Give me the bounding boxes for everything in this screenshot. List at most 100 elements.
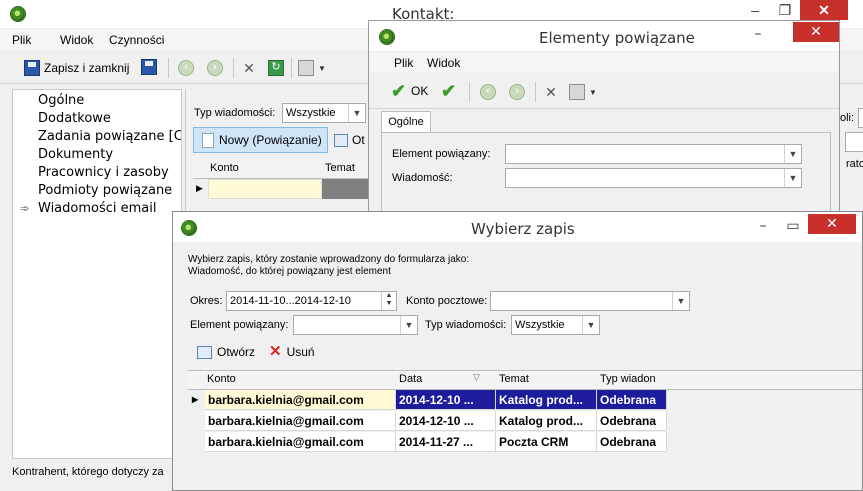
table-row[interactable]: barbara.kielnia@gmail.com 2014-11-27 ... P… — [188, 432, 862, 452]
cell-typ[interactable]: Odebrana — [597, 390, 667, 410]
elements-print-button[interactable]: ▼ — [569, 84, 597, 100]
cell-temat[interactable]: Katalog prod... — [496, 390, 597, 410]
menu-plik[interactable]: Plik — [12, 33, 31, 47]
column-temat[interactable]: Temat — [499, 373, 529, 385]
cell-data[interactable]: 2014-11-27 ... — [396, 432, 496, 452]
message-type-select[interactable]: Wszystkie ▼ — [511, 315, 600, 335]
new-link-label: Nowy (Powiązanie) — [219, 133, 322, 147]
tools-button[interactable]: ✕ — [241, 60, 257, 76]
nav-item[interactable]: Ogólne — [13, 92, 181, 110]
column-temat[interactable]: Temat — [325, 162, 355, 174]
select-delete-label: Usuń — [286, 345, 315, 359]
elements-window: Elementy powiązane – ✕ Plik Widok ✔ OK ✔… — [368, 20, 840, 220]
message-type-label: Typ wiadomości: — [425, 319, 507, 331]
chevron-down-icon: ▼ — [672, 292, 689, 310]
new-row-cell-dark — [322, 179, 371, 199]
table-row[interactable]: barbara.kielnia@gmail.com 2014-12-10 ... K… — [188, 411, 862, 431]
back-button[interactable]: ‹ — [178, 60, 194, 76]
column-konto[interactable]: Konto — [207, 373, 236, 385]
elements-menubar: Plik Widok — [369, 53, 839, 73]
cell-data[interactable]: 2014-12-10 ... — [396, 411, 496, 431]
column-typ[interactable]: Typ wiadon — [600, 373, 656, 385]
new-row-cell[interactable] — [208, 179, 322, 199]
elements-close-button[interactable]: ✕ — [793, 22, 839, 42]
menu-czynnosci[interactable]: Czynności — [109, 33, 164, 47]
chevron-down-icon: ▼ — [348, 104, 365, 122]
cell-temat[interactable]: Katalog prod... — [496, 411, 597, 431]
select-delete-button[interactable]: ✕ Usuń — [269, 343, 315, 360]
cell-konto[interactable]: barbara.kielnia@gmail.com — [205, 411, 396, 431]
save-button[interactable] — [141, 59, 157, 75]
refresh-button[interactable]: ↻ — [268, 60, 284, 76]
main-maximize-button[interactable]: ❐ — [770, 0, 800, 20]
table-row[interactable]: ▶ barbara.kielnia@gmail.com 2014-12-10 ...… — [188, 390, 862, 410]
column-data[interactable]: Data — [399, 373, 422, 385]
nav-item[interactable]: Podmioty powiązane — [13, 182, 181, 200]
elements-menu-plik[interactable]: Plik — [394, 56, 413, 70]
element-filter-select[interactable]: ▼ — [293, 315, 418, 335]
element-select[interactable]: ▼ — [505, 144, 802, 164]
period-input[interactable]: 2014-11-10...2014-12-10 ▲ ▼ — [226, 291, 397, 311]
main-minimize-button[interactable]: – — [740, 0, 770, 20]
cell-typ[interactable]: Odebrana — [597, 411, 667, 431]
elements-minimize-button[interactable]: – — [743, 24, 773, 44]
open-icon — [197, 345, 212, 359]
right-partial-field-2[interactable] — [845, 132, 863, 152]
nav-item[interactable]: Zadania powiązane [Ctr — [13, 128, 181, 146]
print-button[interactable]: ▼ — [298, 60, 326, 76]
toolbar-separator — [535, 82, 536, 102]
select-open-button[interactable]: Otwórz — [197, 345, 255, 359]
period-value: 2014-11-10...2014-12-10 — [230, 295, 351, 307]
nav-item[interactable]: ➾ Wiadomości email — [13, 200, 181, 218]
menu-widok[interactable]: Widok — [60, 33, 93, 47]
cell-temat[interactable]: Poczta CRM — [496, 432, 597, 452]
nav-list: Ogólne Dodatkowe Zadania powiązane [Ctr Dok… — [13, 92, 181, 218]
select-open-label: Otwórz — [217, 345, 256, 359]
app-logo-icon — [380, 30, 394, 44]
nav-item-label: Zadania powiązane [Ctr — [38, 129, 181, 144]
select-minimize-button[interactable]: – — [748, 216, 778, 236]
main-close-button[interactable]: ✕ — [800, 0, 848, 20]
nav-item[interactable]: Dokumenty — [13, 146, 181, 164]
cell-typ[interactable]: Odebrana — [597, 432, 667, 452]
column-konto[interactable]: Konto — [210, 162, 239, 174]
cell-data[interactable]: 2014-12-10 ... — [396, 390, 496, 410]
chevron-down-icon: ▼ — [784, 169, 801, 187]
type-select[interactable]: Wszystkie ▼ — [282, 103, 366, 123]
spinner-icon[interactable]: ▲ ▼ — [381, 292, 396, 310]
save-close-button[interactable]: Zapisz i zamknij — [24, 60, 129, 76]
elements-back-button[interactable]: ‹ — [480, 84, 496, 100]
nav-item[interactable]: Pracownicy i zasoby — [13, 164, 181, 182]
elements-titlebar: Elementy powiązane – ✕ — [369, 21, 839, 51]
new-link-button[interactable]: Nowy (Powiązanie) — [193, 127, 328, 153]
account-select[interactable]: ▼ — [490, 291, 690, 311]
ok-button[interactable]: ✔ OK — [391, 82, 428, 100]
toolbar-separator — [469, 82, 470, 102]
elements-tab-ogolne[interactable]: Ogólne — [381, 111, 431, 134]
cell-konto[interactable]: barbara.kielnia@gmail.com — [205, 390, 396, 410]
toolbar-separator — [168, 58, 169, 78]
forward-button[interactable]: › — [207, 60, 223, 76]
nav-item-label: Wiadomości email — [38, 201, 157, 216]
arrow-left-icon: ‹ — [178, 60, 194, 76]
cell-konto[interactable]: barbara.kielnia@gmail.com — [205, 432, 396, 452]
right-partial-label: oli: — [840, 112, 855, 124]
elements-forward-button[interactable]: › — [509, 84, 525, 100]
nav-item[interactable]: Dodatkowe — [13, 110, 181, 128]
select-close-button[interactable]: ✕ — [808, 214, 856, 234]
select-maximize-button[interactable]: ▭ — [778, 216, 808, 236]
message-select[interactable]: ▼ — [505, 168, 802, 188]
row-indicator-icon: ▶ — [196, 183, 203, 193]
delete-icon: ✕ — [269, 343, 282, 360]
ok-save-button[interactable]: ✔ — [441, 82, 457, 100]
messages-grid-new-row[interactable]: ▶ — [193, 179, 371, 199]
open-button-partial[interactable]: Ot — [334, 133, 365, 147]
period-label: Okres: — [190, 295, 223, 307]
elements-window-title: Elementy powiązane — [539, 29, 695, 47]
chevron-down-icon: ▼ — [582, 316, 599, 334]
printer-icon — [569, 84, 585, 100]
elements-tools-button[interactable]: ✕ — [543, 84, 559, 100]
elements-menu-widok[interactable]: Widok — [427, 56, 460, 70]
arrow-right-icon: › — [509, 84, 525, 100]
right-partial-field[interactable] — [858, 108, 863, 128]
